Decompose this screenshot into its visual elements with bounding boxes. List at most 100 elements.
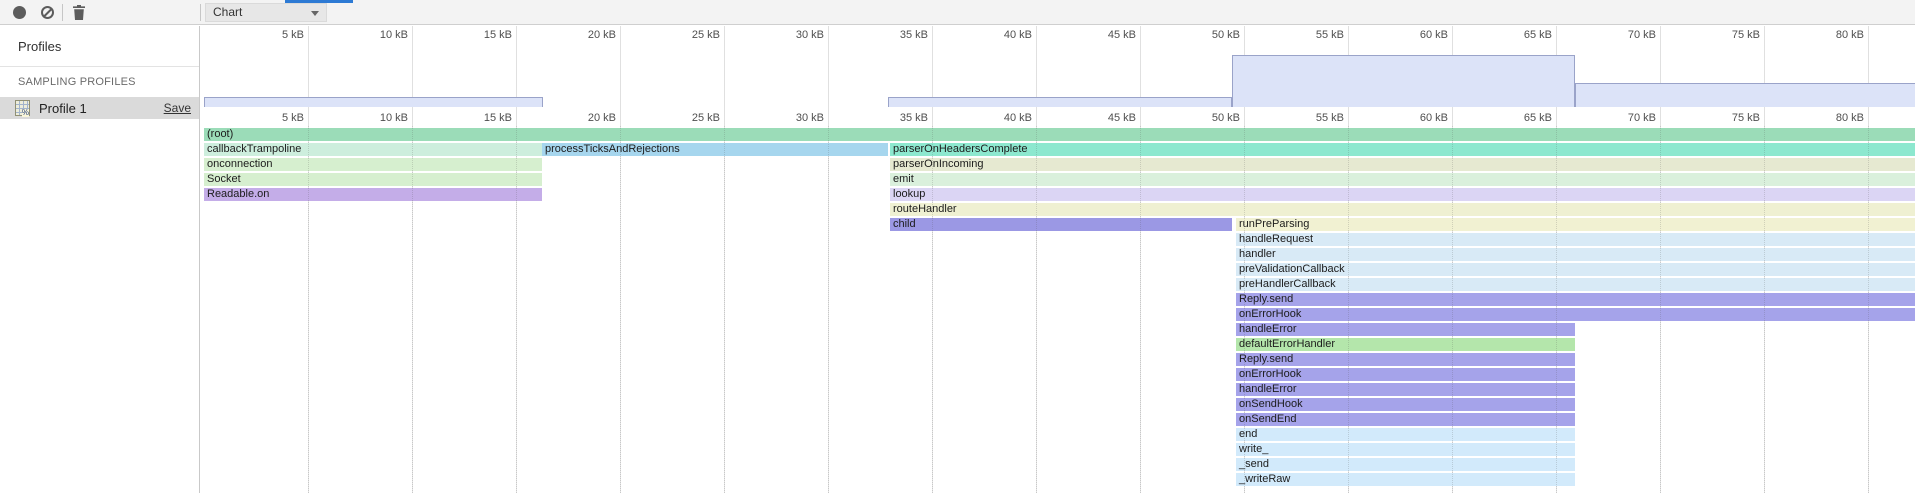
overview-band — [1232, 55, 1575, 107]
trash-icon[interactable] — [71, 4, 87, 21]
flame-block[interactable]: child — [890, 218, 1232, 231]
clear-icon[interactable] — [41, 6, 54, 19]
flame-block[interactable]: emit — [890, 173, 1915, 186]
ruler-tick-line — [308, 108, 309, 126]
ruler-tick-label: 70 kB — [1628, 112, 1656, 124]
ruler-tick-line — [620, 26, 621, 43]
memory-profiler-panel: Chart Profiles SAMPLING PROFILES % Profi… — [0, 0, 1915, 493]
ruler-tick-label: 65 kB — [1524, 112, 1552, 124]
flame-block[interactable]: parserOnHeadersComplete — [890, 143, 1915, 156]
ruler-tick-label: 60 kB — [1420, 29, 1448, 41]
ruler-tick-line — [1452, 26, 1453, 43]
ruler-tick-label: 50 kB — [1212, 29, 1240, 41]
overview-band — [1575, 83, 1915, 107]
flame-block[interactable]: handleError — [1236, 383, 1575, 396]
flame-block[interactable]: onErrorHook — [1236, 308, 1915, 321]
overview-band — [888, 97, 1232, 107]
flame-block[interactable]: handler — [1236, 248, 1915, 261]
flame-block[interactable]: _writeRaw — [1236, 473, 1575, 486]
ruler-tick-line — [828, 26, 829, 43]
flame-block[interactable]: onErrorHook — [1236, 368, 1575, 381]
ruler-tick-line — [1868, 26, 1869, 43]
toolbar-separator — [200, 4, 201, 21]
ruler-tick-label: 25 kB — [692, 112, 720, 124]
ruler-tick-label: 55 kB — [1316, 29, 1344, 41]
ruler-tick-line — [724, 26, 725, 43]
memory-overview-timeline[interactable] — [200, 43, 1915, 108]
ruler-tick-line — [516, 26, 517, 43]
toolbar: Chart — [0, 0, 1915, 25]
flame-block[interactable]: Reply.send — [1236, 353, 1575, 366]
flame-block[interactable]: routeHandler — [890, 203, 1915, 216]
view-mode-label: Chart — [213, 5, 242, 19]
ruler-tick-label: 55 kB — [1316, 112, 1344, 124]
overview-grid-line — [724, 43, 725, 108]
ruler-tick-line — [1244, 26, 1245, 43]
ruler-tick-label: 10 kB — [380, 112, 408, 124]
flame-block[interactable]: Reply.send — [1236, 293, 1915, 306]
flame-block[interactable]: runPreParsing — [1236, 218, 1915, 231]
profiles-title: Profiles — [0, 26, 199, 54]
flame-block[interactable]: defaultErrorHandler — [1236, 338, 1575, 351]
ruler-tick-label: 65 kB — [1524, 29, 1552, 41]
ruler-tick-label: 15 kB — [484, 29, 512, 41]
ruler-tick-line — [1868, 108, 1869, 126]
ruler-tick-line — [620, 108, 621, 126]
ruler-tick-label: 15 kB — [484, 112, 512, 124]
flame-block[interactable]: parserOnIncoming — [890, 158, 1915, 171]
flame-grid-line — [828, 126, 829, 493]
ruler-tick-label: 40 kB — [1004, 29, 1032, 41]
ruler-tick-line — [1348, 26, 1349, 43]
ruler-tick-line — [1764, 108, 1765, 126]
flame-block[interactable]: lookup — [890, 188, 1915, 201]
view-mode-select[interactable]: Chart — [205, 3, 327, 22]
flame-block[interactable]: onSendEnd — [1236, 413, 1575, 426]
record-icon[interactable] — [13, 6, 26, 19]
flame-block[interactable]: write_ — [1236, 443, 1575, 456]
ruler-tick-line — [1348, 108, 1349, 126]
flame-block[interactable]: Readable.on — [204, 188, 542, 201]
ruler-tick-label: 80 kB — [1836, 112, 1864, 124]
ruler-tick-label: 25 kB — [692, 29, 720, 41]
ruler-tick-line — [1556, 108, 1557, 126]
flame-block[interactable]: Socket — [204, 173, 542, 186]
flame-block[interactable]: handleError — [1236, 323, 1575, 336]
ruler-tick-label: 60 kB — [1420, 112, 1448, 124]
save-link[interactable]: Save — [164, 101, 191, 115]
flame-block[interactable]: (root) — [204, 128, 1915, 141]
flame-block[interactable]: processTicksAndRejections — [542, 143, 888, 156]
ruler-tick-line — [412, 26, 413, 43]
chevron-down-icon — [311, 11, 319, 16]
sidebar-item-profile-1[interactable]: % Profile 1 Save — [0, 97, 199, 119]
toolbar-separator — [62, 4, 63, 21]
overview-band — [204, 97, 543, 107]
flame-block[interactable]: _send — [1236, 458, 1575, 471]
flame-chart[interactable]: (root) callbackTrampolineprocessTicksAndR… — [200, 126, 1915, 493]
flame-block[interactable]: callbackTrampoline — [204, 143, 542, 156]
ruler-tick-line — [1660, 26, 1661, 43]
flame-block[interactable]: preHandlerCallback — [1236, 278, 1915, 291]
ruler-tick-line — [1244, 108, 1245, 126]
ruler-tick-line — [932, 108, 933, 126]
ruler-tick-line — [1556, 26, 1557, 43]
ruler-tick-label: 75 kB — [1732, 112, 1760, 124]
ruler-tick-line — [1452, 108, 1453, 126]
ruler-tick-label: 45 kB — [1108, 29, 1136, 41]
ruler-tick-line — [1140, 108, 1141, 126]
profile-name: Profile 1 — [39, 101, 87, 116]
ruler-tick-line — [828, 108, 829, 126]
ruler-tick-label: 5 kB — [282, 112, 304, 124]
sidebar: Profiles SAMPLING PROFILES % Profile 1 S… — [0, 26, 200, 493]
ruler-tick-label: 20 kB — [588, 29, 616, 41]
ruler-tick-line — [308, 26, 309, 43]
flame-block[interactable]: onSendHook — [1236, 398, 1575, 411]
flame-block[interactable]: preValidationCallback — [1236, 263, 1915, 276]
ruler-tick-label: 30 kB — [796, 29, 824, 41]
flame-grid-line — [620, 126, 621, 493]
flame-block[interactable]: handleRequest — [1236, 233, 1915, 246]
percent-glyph: % — [22, 109, 29, 117]
flame-block[interactable]: onconnection — [204, 158, 542, 171]
ruler-bottom: 5 kB10 kB15 kB20 kB25 kB30 kB35 kB40 kB4… — [200, 108, 1915, 126]
ruler-tick-line — [412, 108, 413, 126]
flame-block[interactable]: end — [1236, 428, 1575, 441]
